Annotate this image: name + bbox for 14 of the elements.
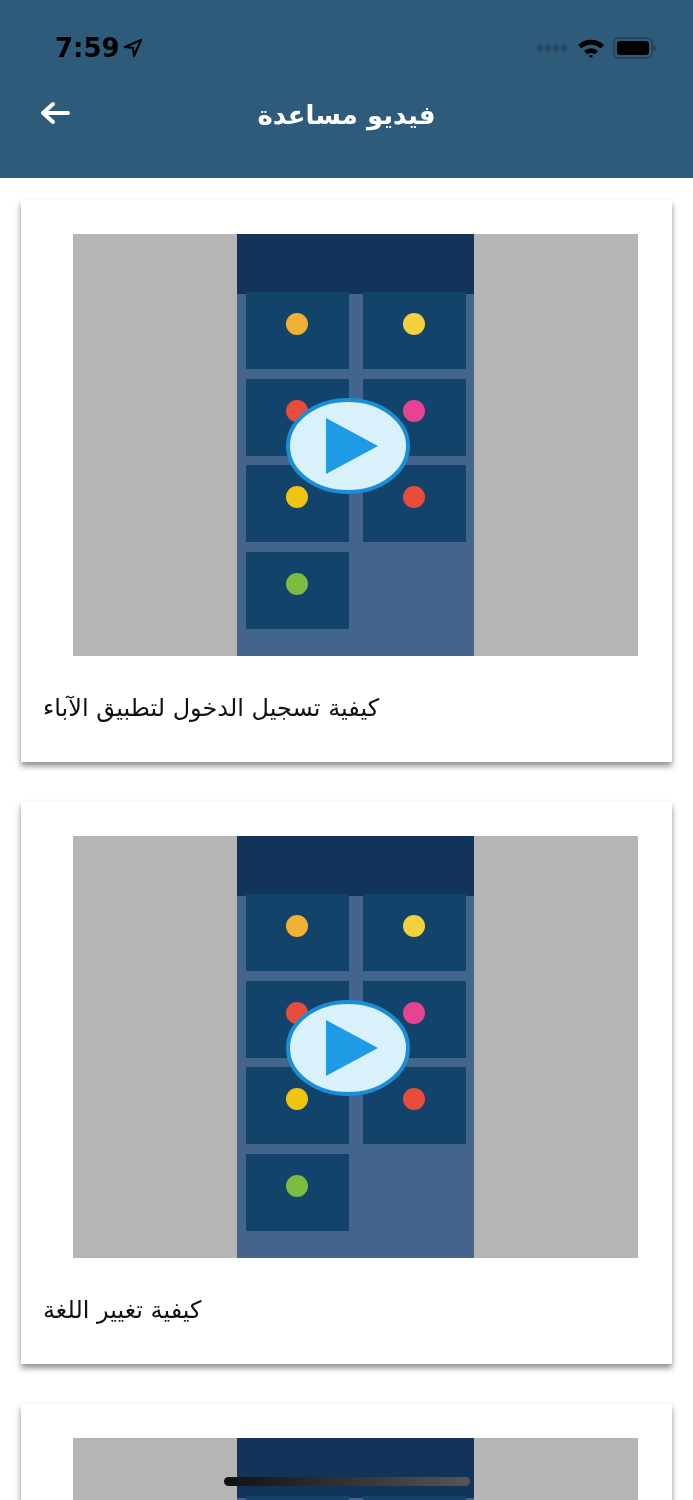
play-icon[interactable] [286,398,410,494]
location-icon [123,39,142,57]
status-time: 7:59 [55,31,120,65]
wifi-icon [577,38,605,58]
screen-title: فيديو مساعدة [257,98,436,133]
back-arrow-icon [40,100,70,125]
play-icon[interactable] [286,1000,410,1096]
signal-icon [537,45,569,51]
video-title: كيفية تغيير اللغة [42,1295,203,1326]
battery-icon [613,37,657,59]
video-card[interactable]: كيفية تغيير اللغة [21,802,672,1364]
video-title: كيفية تسجيل الدخول لتطبيق الآباء [42,693,381,724]
video-card[interactable]: كيفية تسجيل الدخول لتطبيق الآباء [21,200,672,762]
back-button[interactable] [40,100,70,125]
